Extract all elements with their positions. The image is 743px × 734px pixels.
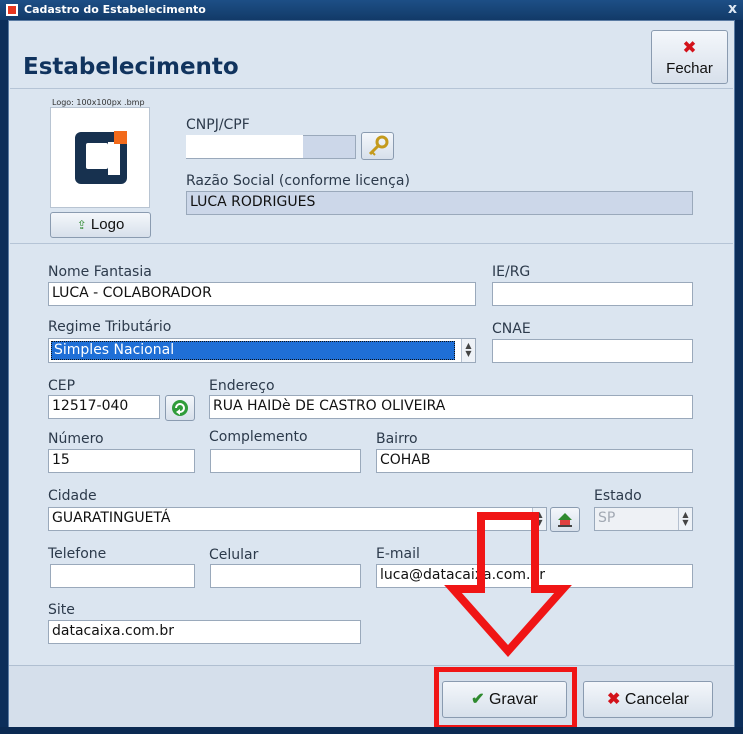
- ie-rg-label: IE/RG: [492, 264, 531, 280]
- complemento-label: Complemento: [209, 429, 308, 445]
- cnpj-label: CNPJ/CPF: [186, 117, 250, 133]
- key-icon: [368, 135, 389, 156]
- dialog-window: Estabelecimento ✖ Fechar Logo: 100x100px…: [8, 20, 735, 730]
- endereco-label: Endereço: [209, 378, 275, 394]
- license-key-button[interactable]: [361, 132, 394, 160]
- taskbar-strip: [0, 727, 743, 734]
- window-titlebar: Cadastro do Estabelecimento x: [0, 0, 743, 20]
- window-title: Cadastro do Estabelecimento: [24, 3, 206, 16]
- window-close-button[interactable]: x: [728, 1, 737, 17]
- logo-image-box: [50, 107, 150, 208]
- header-divider: [10, 88, 733, 89]
- nome-fantasia-label: Nome Fantasia: [48, 264, 152, 280]
- estado-spinner-icon: ▲ ▼: [678, 508, 692, 530]
- logo-caption: Logo: 100x100px .bmp: [52, 98, 145, 107]
- numero-input[interactable]: 15: [48, 449, 195, 473]
- regime-spinner-icon: ▲ ▼: [461, 339, 475, 362]
- cep-label: CEP: [48, 378, 76, 394]
- logo-button-label: Logo: [90, 216, 125, 233]
- cancel-button-label: Cancelar: [624, 691, 689, 708]
- logo-upload-icon: ⇪: [76, 218, 87, 232]
- estado-label: Estado: [594, 488, 642, 504]
- numero-label: Número: [48, 431, 104, 447]
- site-label: Site: [48, 602, 75, 618]
- refresh-go-icon: [172, 400, 188, 416]
- razao-social-label: Razão Social (conforme licença): [186, 173, 410, 189]
- company-logo-icon: [75, 131, 127, 184]
- telefone-label: Telefone: [48, 546, 107, 562]
- celular-label: Celular: [209, 547, 259, 563]
- razao-social-input[interactable]: LUCA RODRIGUES: [186, 191, 693, 215]
- bairro-input[interactable]: COHAB: [376, 449, 693, 473]
- endereco-input[interactable]: RUA HAIDè DE CASTRO OLIVEIRA: [209, 395, 693, 419]
- close-button[interactable]: ✖ Fechar: [651, 30, 728, 84]
- cnpj-redaction: [186, 135, 303, 158]
- complemento-input[interactable]: [210, 449, 361, 473]
- site-input[interactable]: datacaixa.com.br: [48, 620, 361, 644]
- bairro-label: Bairro: [376, 431, 418, 447]
- down-arrow-annotation-icon: [444, 512, 572, 658]
- logo-button[interactable]: ⇪ Logo: [50, 212, 151, 238]
- telefone-input[interactable]: [50, 564, 195, 588]
- app-icon: [6, 4, 18, 16]
- estado-selected: SP: [598, 510, 616, 526]
- ie-rg-input[interactable]: [492, 282, 693, 306]
- cancel-button[interactable]: ✖ Cancelar: [583, 681, 713, 718]
- regime-tributario-selected: Simples Nacional: [51, 341, 455, 360]
- save-highlight-box: [434, 667, 577, 730]
- cep-search-button[interactable]: [165, 395, 195, 421]
- close-icon: ✖: [682, 38, 697, 58]
- cidade-label: Cidade: [48, 488, 97, 504]
- cep-input[interactable]: 12517-040: [48, 395, 160, 419]
- celular-input[interactable]: [210, 564, 361, 588]
- nome-fantasia-input[interactable]: LUCA - COLABORADOR: [48, 282, 476, 306]
- cancel-x-icon: ✖: [607, 691, 621, 708]
- page-title: Estabelecimento: [23, 54, 239, 80]
- estado-select[interactable]: SP ▲ ▼: [594, 507, 693, 531]
- section-divider: [10, 243, 733, 244]
- regime-tributario-select[interactable]: Simples Nacional ▲ ▼: [48, 338, 476, 363]
- regime-tributario-label: Regime Tributário: [48, 319, 172, 335]
- email-label: E-mail: [376, 546, 420, 562]
- close-button-label: Fechar: [666, 60, 713, 77]
- cnae-input[interactable]: [492, 339, 693, 363]
- cidade-selected: GUARATINGUETÁ: [52, 510, 171, 526]
- cnae-label: CNAE: [492, 321, 531, 337]
